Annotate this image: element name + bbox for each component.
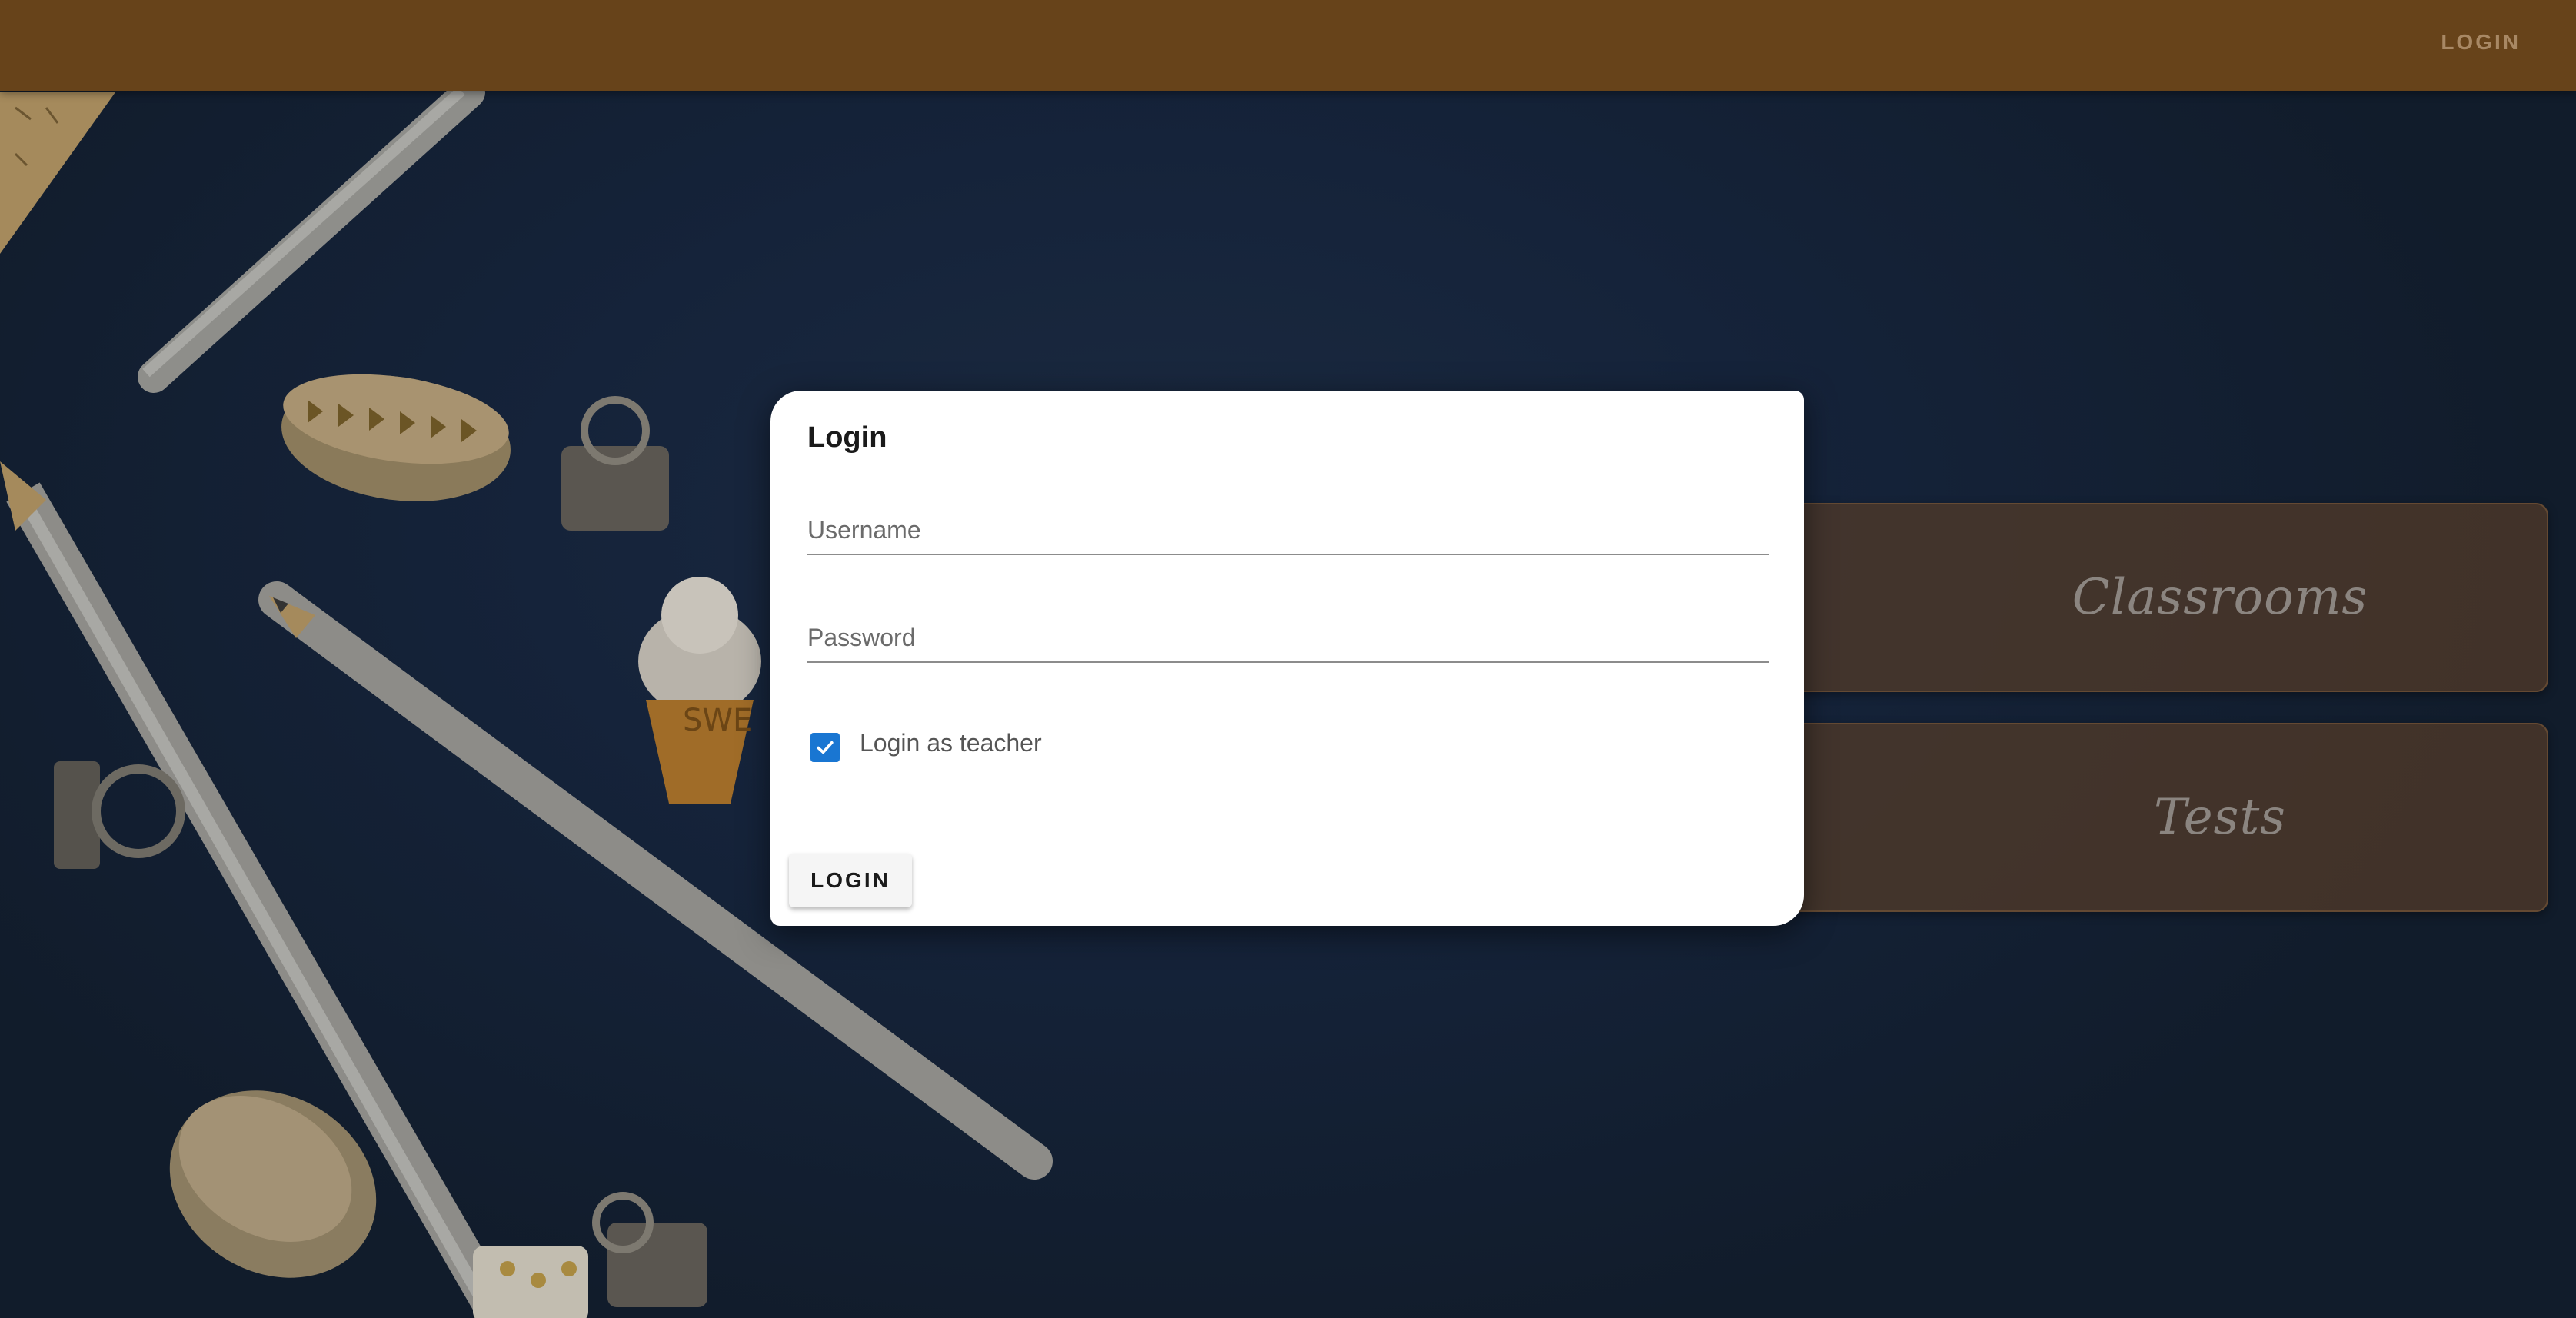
binder-clip-left-shape xyxy=(54,761,185,869)
tests-card[interactable]: Tests xyxy=(1776,723,2548,912)
binder-clip-top-shape xyxy=(561,396,669,531)
teacher-checkbox-label[interactable]: Login as teacher xyxy=(860,729,1042,757)
washi-tape-top-shape xyxy=(281,374,511,501)
dice-eraser-shape xyxy=(473,1246,588,1318)
classrooms-card[interactable]: Classrooms xyxy=(1776,503,2548,692)
pencil-top-shape xyxy=(138,76,485,393)
svg-text:SWE: SWE xyxy=(683,703,752,738)
tests-card-label: Tests xyxy=(2154,789,2286,846)
appbar-login-button[interactable]: LOGIN xyxy=(2428,23,2533,62)
teacher-checkbox[interactable] xyxy=(810,733,840,762)
binder-clip-bottom-shape xyxy=(592,1192,707,1307)
password-input[interactable] xyxy=(807,620,1769,655)
password-field xyxy=(807,607,1769,663)
login-submit-button[interactable]: LOGIN xyxy=(789,854,912,907)
dialog-title: Login xyxy=(807,421,887,454)
ice-cream-eraser-shape: SWE xyxy=(638,577,761,804)
checkmark-icon xyxy=(817,741,834,754)
login-dialog: Login Login as teacher LOGIN xyxy=(770,391,1804,926)
username-input[interactable] xyxy=(807,512,1769,548)
classrooms-card-label: Classrooms xyxy=(2072,569,2368,626)
top-app-bar: LOGIN xyxy=(0,0,2576,91)
teacher-checkbox-row: Login as teacher xyxy=(810,724,1042,770)
username-field xyxy=(807,500,1769,555)
ruler-shape xyxy=(0,92,115,254)
